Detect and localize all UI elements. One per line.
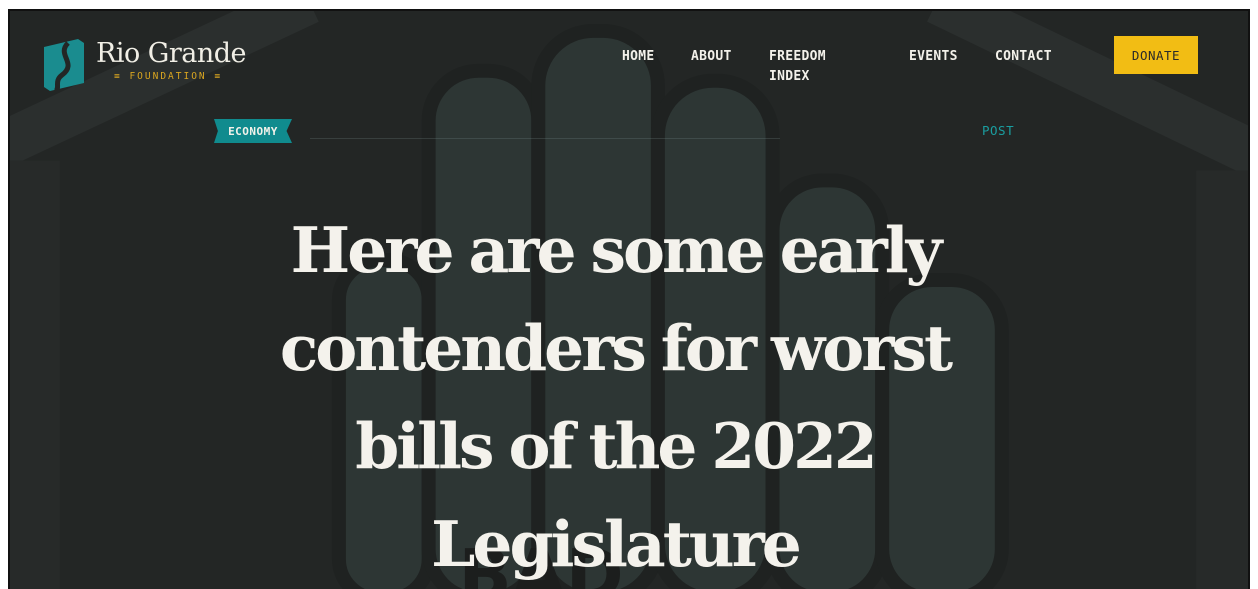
nav-item-about[interactable]: ABOUT <box>691 47 732 67</box>
logo-subtitle: ≡ FOUNDATION ≡ <box>114 71 223 82</box>
category-tag[interactable]: ECONOMY <box>214 119 292 143</box>
nav-item-freedom-index[interactable]: FREEDOM INDEX <box>769 47 859 87</box>
nav-item-events[interactable]: EVENTS <box>909 47 958 67</box>
rio-grande-logo-icon <box>44 39 84 91</box>
article-headline: Here are some early contenders for worst… <box>279 213 953 581</box>
nav-item-contact[interactable]: CONTACT <box>995 47 1052 67</box>
page-frame: BAD Rio Grande ≡ FOUNDATION ≡ HOME ABOUT… <box>8 9 1250 589</box>
divider <box>310 138 780 139</box>
donate-button[interactable]: DONATE <box>1114 36 1198 74</box>
logo-name: Rio Grande <box>96 38 247 69</box>
site-logo[interactable]: Rio Grande ≡ FOUNDATION ≡ <box>44 38 247 91</box>
post-type-label: POST <box>982 123 1015 138</box>
nav-item-home[interactable]: HOME <box>622 47 655 67</box>
